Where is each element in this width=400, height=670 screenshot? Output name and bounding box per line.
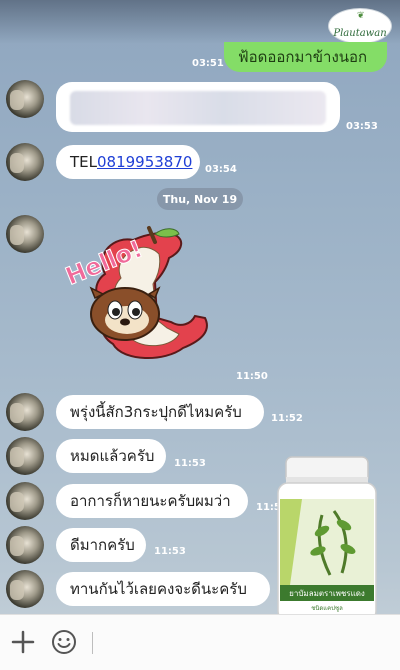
message-time: 03:53 [346,121,378,132]
contact-avatar[interactable] [6,570,44,608]
emoji-icon[interactable] [51,629,77,655]
contact-avatar[interactable] [6,437,44,475]
text-input-caret[interactable] [92,632,93,654]
message-bubble[interactable]: หมดแล้วครับ [56,439,166,473]
phone-link[interactable]: 0819953870 [97,153,192,171]
leaf-icon: ❦ [357,11,365,21]
message-text: หมดแล้วครับ [70,447,155,465]
contact-avatar[interactable] [6,393,44,431]
message-bubble-phone[interactable]: TEL 0819953870 [56,145,200,179]
message-text: พรุ่งนี้สัก3กระปุกดีไหมครับ [70,403,242,421]
blurred-content [70,91,326,125]
chat-header: ❦ Plautawan [0,0,400,44]
contact-avatar[interactable] [6,143,44,181]
message-bubble[interactable]: ดีมากครับ [56,528,146,562]
product-bottle-image: ยาบัมลมตราเพชรแดง ชนิดแคปซูล [277,456,377,622]
message-time: 11:53 [154,546,186,557]
chipmunk [89,286,161,341]
plus-icon[interactable] [10,629,36,655]
message-prefix: TEL [70,153,97,171]
product-label-title: ยาบัมลมตราเพชรแดง [289,589,365,598]
message-bubble-sent[interactable]: ฟ้อดออกมาข้างนอก [224,42,387,72]
message-bubble[interactable]: พรุ่งนี้สัก3กระปุกดีไหมครับ [56,395,264,429]
hello-sticker[interactable]: Hello! [55,212,225,382]
message-text: ดีมากครับ [70,536,135,554]
message-time: 11:50 [236,371,268,382]
message-time: 03:54 [205,164,237,175]
message-text: ทานกันไว้เลยคงจะดีนะครับ [70,580,247,598]
message-bubble[interactable]: อาการก็หายนะครับผมว่า [56,484,248,518]
message-text: ฟ้อดออกมาข้างนอก [238,48,368,66]
message-bubble[interactable]: ทานกันไว้เลยคงจะดีนะครับ [56,572,270,606]
contact-avatar[interactable] [6,526,44,564]
product-label-subtitle: ชนิดแคปซูล [311,605,343,612]
brand-logo-text: Plautawan [333,28,387,39]
message-input-bar[interactable] [0,614,400,670]
message-time: 11:52 [271,413,303,424]
brand-logo: ❦ Plautawan [328,8,392,44]
contact-avatar[interactable] [6,215,44,253]
contact-avatar[interactable] [6,80,44,118]
message-time: 03:51 [192,58,224,69]
contact-avatar[interactable] [6,482,44,520]
message-text: อาการก็หายนะครับผมว่า [70,492,231,510]
message-time: 11:53 [174,458,206,469]
date-separator: Thu, Nov 19 [157,188,243,210]
